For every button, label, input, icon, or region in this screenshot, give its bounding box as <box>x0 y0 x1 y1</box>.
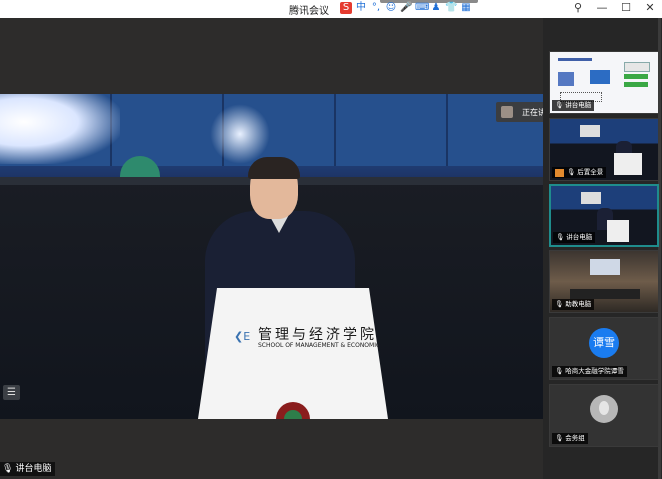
microphone-icon: 🎙 <box>555 367 564 375</box>
main-video-name-tag: 🎙 讲台电脑 <box>0 462 56 476</box>
tile-label: 🎙 会务组 <box>552 433 588 444</box>
pin-icon[interactable]: ⚲ <box>572 1 584 14</box>
participant-tile-active[interactable]: 🎙 讲台电脑 <box>549 184 659 247</box>
grid-icon[interactable]: ▦ <box>460 2 472 14</box>
emoji-icon[interactable]: ☺ <box>385 2 397 14</box>
microphone-icon: 🎙 <box>555 434 564 442</box>
microphone-icon: 🎙 <box>567 168 576 176</box>
tile-label: 🎙 哈商大金融学院谭雪 <box>552 366 627 377</box>
microphone-icon: 🎙 <box>2 464 14 474</box>
school-logo-icon: ❮E <box>234 330 251 343</box>
main-video[interactable]: ❮E 管理与经济学院 SCHOOL OF MANAGEMENT & ECONOM… <box>0 94 543 419</box>
podium: ❮E 管理与经济学院 SCHOOL OF MANAGEMENT & ECONOM… <box>198 288 388 419</box>
participant-tile[interactable]: 🎙 会务组 <box>549 384 659 447</box>
microphone-icon[interactable]: 🎤 <box>400 2 412 14</box>
tile-label: 🎙 讲台电脑 <box>552 100 595 111</box>
tile-label: 🎙 助教电脑 <box>552 299 595 310</box>
podium-subtitle: SCHOOL OF MANAGEMENT & ECONOMICS <box>258 342 384 349</box>
university-seal-icon <box>276 402 310 419</box>
microphone-icon: 🎙 <box>555 300 564 308</box>
shirt-icon[interactable]: 👕 <box>445 2 457 14</box>
participant-tile[interactable]: 🎙 助教电脑 <box>549 250 659 313</box>
chinese-input-icon[interactable]: 中 <box>355 2 367 14</box>
avatar <box>590 395 618 423</box>
window-controls: ⚲ — ☐ ✕ <box>572 1 656 14</box>
participant-tile[interactable]: 谭雪 🎙 哈商大金融学院谭雪 <box>549 317 659 380</box>
participant-tile[interactable]: 🎙 后置全景 <box>549 118 659 181</box>
microphone-icon: 🎙 <box>555 101 564 109</box>
podium-name: 管理与经济学院 <box>258 327 377 343</box>
keyboard-icon[interactable]: ⌨ <box>415 2 429 14</box>
microphone-icon: 🎙 <box>556 233 565 241</box>
host-icon <box>555 168 564 177</box>
app-title: 腾讯会议 <box>289 6 329 17</box>
avatar: 谭雪 <box>589 328 619 358</box>
title-bar: 腾讯会议 S 中 °, ☺ 🎤 ⌨ ♟ 👕 ▦ ⚲ — ☐ ✕ <box>0 0 662 18</box>
close-button[interactable]: ✕ <box>644 1 656 14</box>
punct-icon[interactable]: °, <box>370 2 382 14</box>
participant-tile[interactable]: 🎙 讲台电脑 <box>549 51 659 114</box>
tray-icons: S 中 °, ☺ 🎤 ⌨ ♟ 👕 ▦ <box>340 2 472 14</box>
main-video-name: 讲台电脑 <box>15 464 52 474</box>
tile-label: 🎙 讲台电脑 <box>553 232 596 243</box>
minimize-button[interactable]: — <box>596 1 608 14</box>
layout-menu-icon[interactable]: ☰ <box>3 385 20 400</box>
maximize-button[interactable]: ☐ <box>620 1 632 14</box>
speaker-avatar <box>501 106 513 118</box>
sogou-icon[interactable]: S <box>340 2 352 14</box>
person-icon[interactable]: ♟ <box>430 2 442 14</box>
tile-label: 🎙 后置全景 <box>552 167 607 178</box>
